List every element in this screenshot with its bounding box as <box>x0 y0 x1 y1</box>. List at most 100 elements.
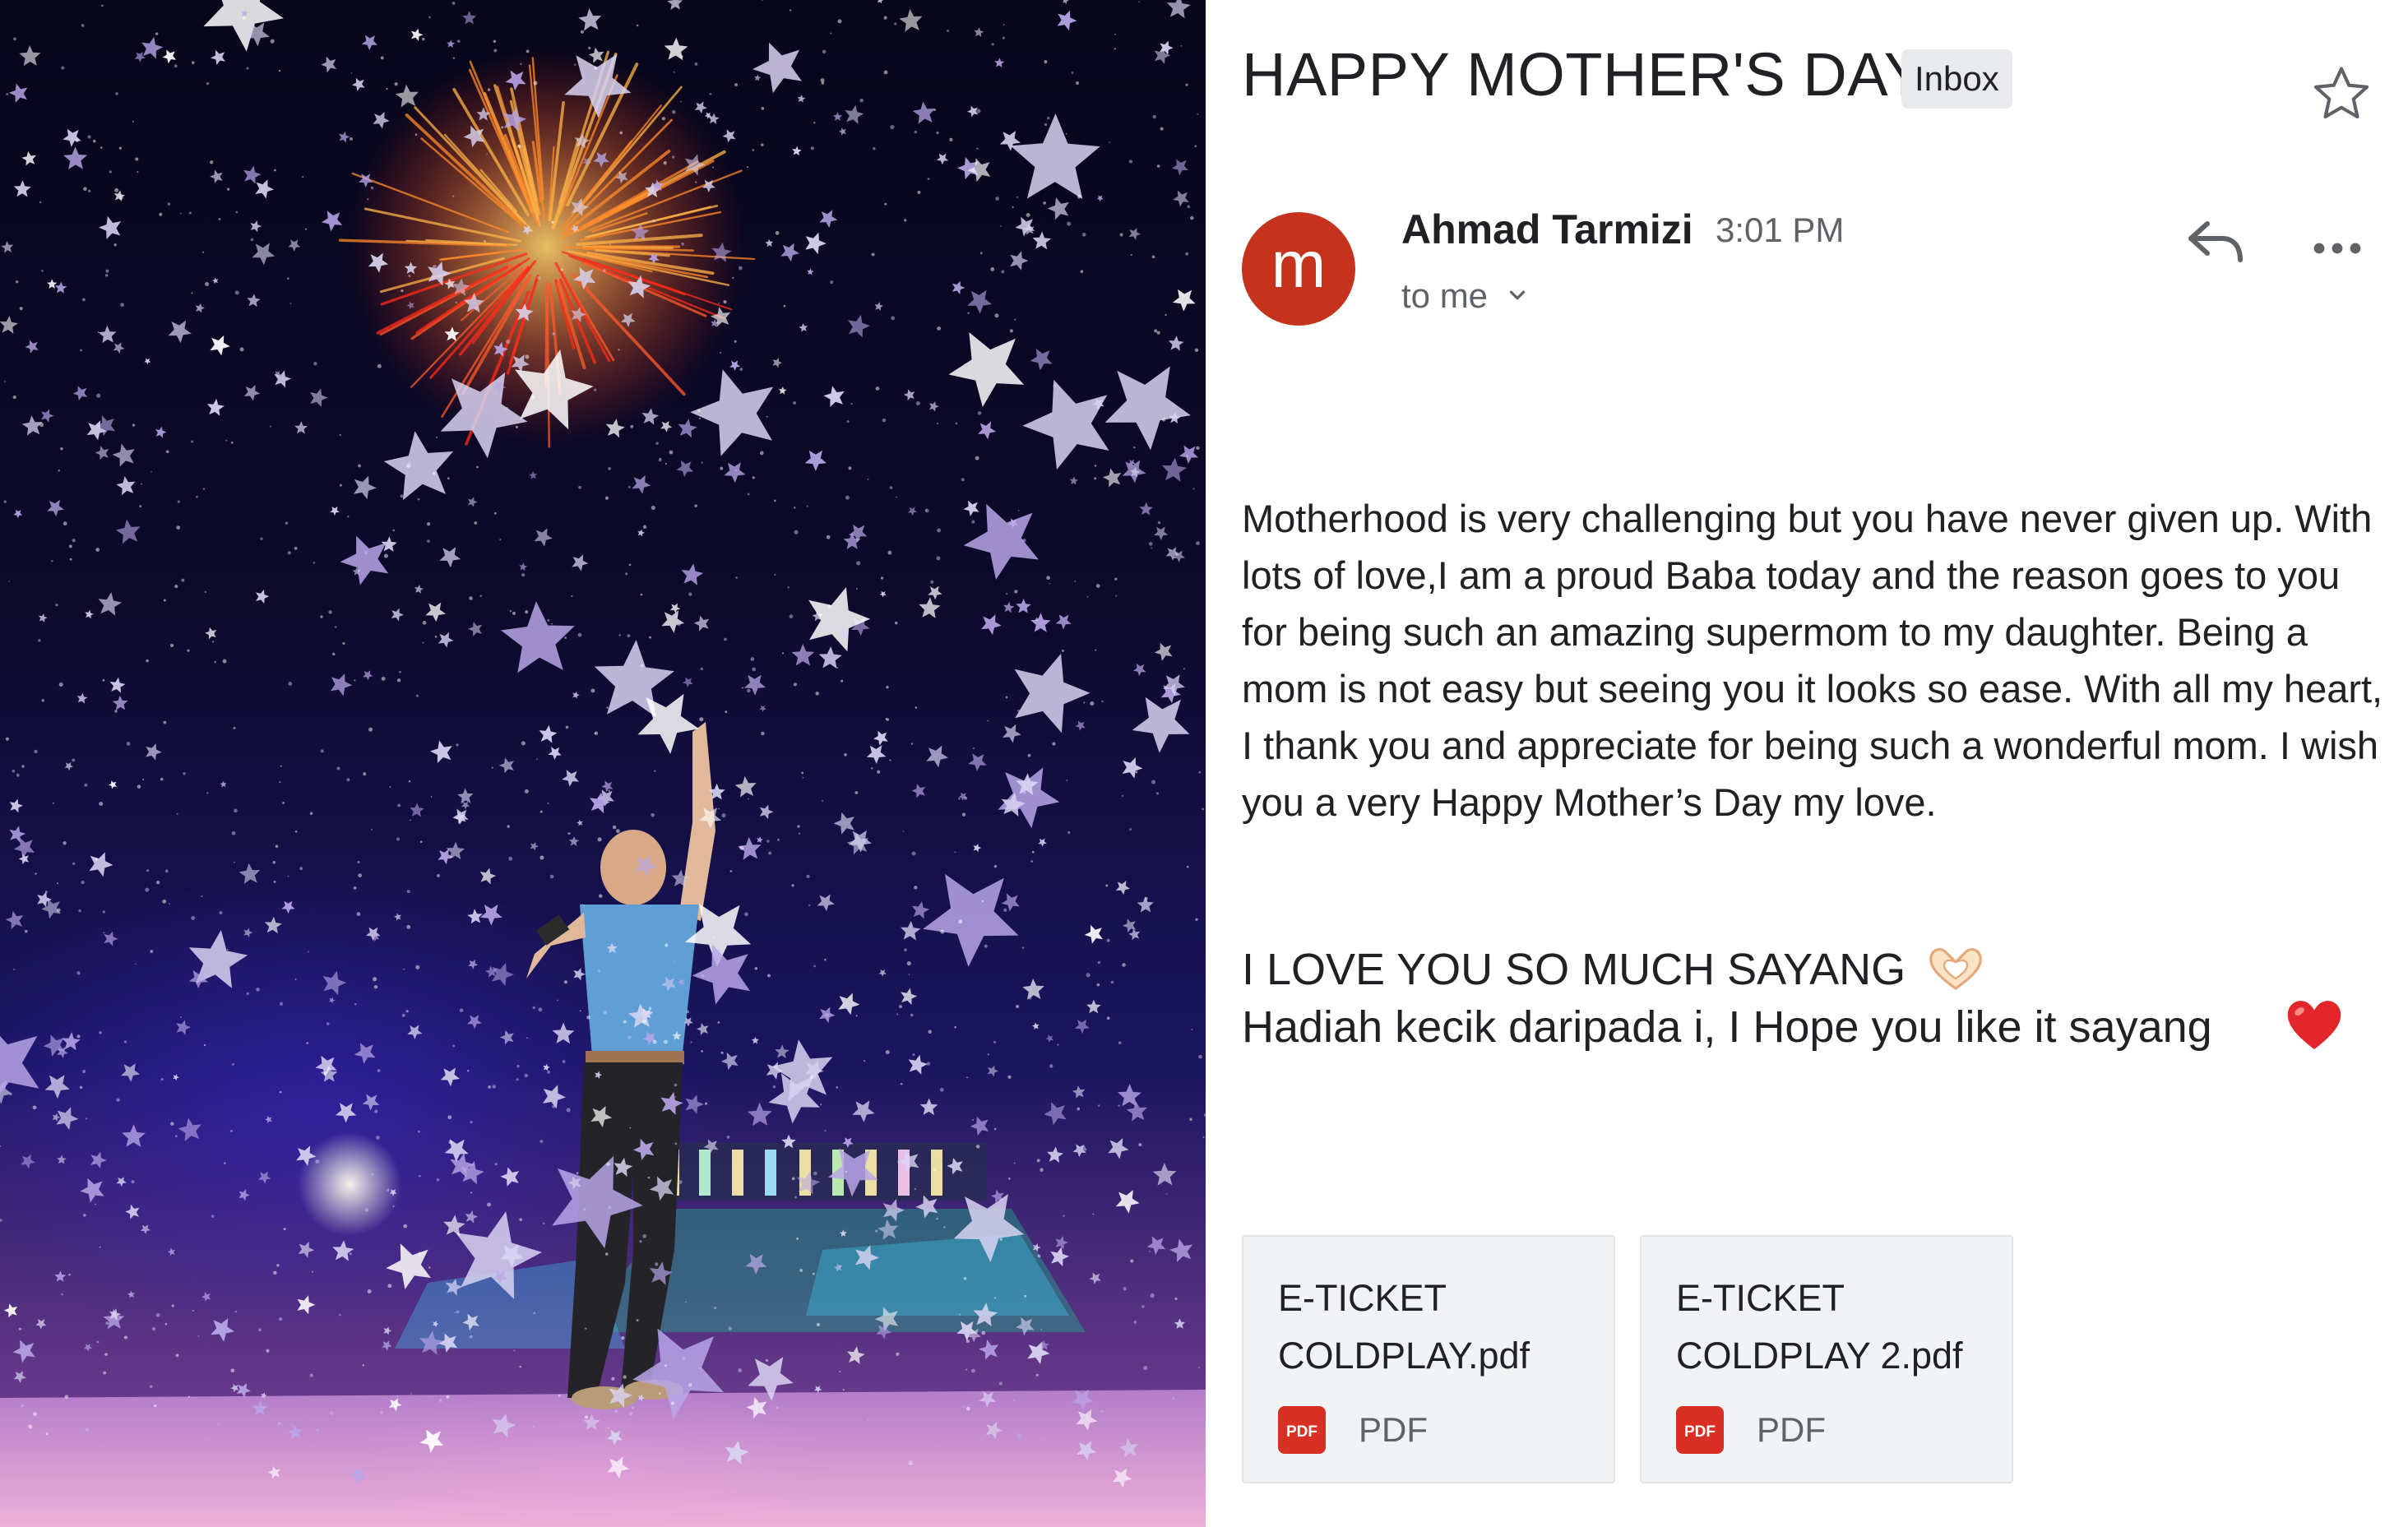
confetti-speck <box>936 1217 938 1220</box>
star-confetti-piece <box>1168 335 1184 351</box>
star-confetti-piece <box>461 801 470 810</box>
confetti-speck <box>61 66 65 70</box>
star-confetti-piece <box>601 780 614 793</box>
confetti-speck <box>586 1015 590 1020</box>
star-confetti-piece <box>877 0 884 4</box>
email-body: Motherhood is very challenging but you h… <box>1242 497 2383 824</box>
confetti-speck <box>115 92 118 95</box>
confetti-speck <box>102 910 105 914</box>
confetti-speck <box>16 773 20 777</box>
confetti-speck <box>688 592 692 596</box>
star-confetti-piece <box>901 920 921 941</box>
confetti-speck <box>571 595 573 597</box>
star-confetti-piece <box>772 358 782 368</box>
confetti-speck <box>75 139 79 143</box>
attachment-card[interactable]: E-TICKET COLDPLAY.pdf PDF PDF <box>1242 1235 1615 1483</box>
confetti-speck <box>387 1284 392 1289</box>
confetti-speck <box>353 886 357 890</box>
confetti-speck <box>386 87 388 90</box>
confetti-speck <box>119 196 123 200</box>
confetti-speck <box>364 551 368 555</box>
confetti-speck <box>718 302 720 304</box>
star-confetti-piece <box>1 241 14 253</box>
confetti-speck <box>286 277 289 280</box>
confetti-speck <box>871 252 875 257</box>
star-confetti-piece <box>201 1292 211 1302</box>
confetti-speck <box>105 269 109 273</box>
pdf-icon: PDF <box>1676 1406 1724 1454</box>
confetti-speck <box>961 478 965 482</box>
confetti-speck <box>813 1171 817 1176</box>
confetti-speck <box>452 195 455 197</box>
confetti-speck <box>1194 348 1199 353</box>
confetti-speck <box>104 274 109 277</box>
star-confetti-piece <box>127 1290 135 1298</box>
confetti-speck <box>499 539 502 541</box>
confetti-speck <box>163 720 167 724</box>
confetti-speck <box>12 769 16 773</box>
confetti-speck <box>962 1405 965 1408</box>
confetti-speck <box>994 313 999 318</box>
more-options-button[interactable] <box>2311 224 2364 273</box>
confetti-speck <box>896 1352 900 1356</box>
sender-name[interactable]: Ahmad Tarmizi <box>1401 206 1693 253</box>
confetti-speck <box>1044 60 1048 64</box>
confetti-speck <box>315 1159 320 1164</box>
confetti-speck <box>24 929 28 933</box>
star-confetti-piece <box>361 35 378 51</box>
confetti-speck <box>871 767 873 770</box>
star-button[interactable] <box>2308 61 2375 128</box>
reply-button[interactable] <box>2186 217 2247 270</box>
confetti-speck <box>636 1319 639 1321</box>
confetti-speck <box>396 678 401 683</box>
star-confetti-piece <box>238 863 261 884</box>
recipient-details[interactable]: to me <box>1401 276 1488 316</box>
confetti-speck <box>313 562 316 564</box>
confetti-speck <box>827 604 831 608</box>
confetti-speck <box>513 1349 516 1352</box>
chevron-down-icon[interactable] <box>1505 283 1530 308</box>
confetti-speck <box>774 499 776 502</box>
confetti-speck <box>701 1049 703 1053</box>
star-confetti-piece <box>500 1167 520 1187</box>
star-confetti-piece <box>1057 10 1077 31</box>
sender-avatar[interactable]: m <box>1242 212 1355 326</box>
confetti-speck <box>1046 576 1050 581</box>
confetti-speck <box>87 135 91 139</box>
confetti-speck <box>154 1404 157 1408</box>
confetti-speck <box>671 109 676 114</box>
confetti-speck <box>867 1418 868 1421</box>
star-confetti-piece <box>112 443 135 467</box>
confetti-speck <box>971 520 975 524</box>
confetti-speck <box>392 529 395 532</box>
inbox-label-badge[interactable]: Inbox <box>1901 49 2012 109</box>
star-confetti-piece <box>84 1344 93 1352</box>
confetti-speck <box>718 317 720 319</box>
star-confetti-piece <box>1038 838 1047 847</box>
confetti-speck <box>524 789 529 794</box>
confetti-speck <box>582 1207 586 1211</box>
confetti-speck <box>494 1163 498 1166</box>
star-confetti-piece <box>447 39 456 48</box>
star-confetti-piece <box>113 342 125 354</box>
star-confetti-piece <box>722 129 736 143</box>
confetti-speck <box>222 659 227 664</box>
confetti-speck <box>1197 113 1199 115</box>
confetti-speck <box>234 1310 238 1313</box>
confetti-speck <box>13 37 16 41</box>
star-confetti-piece <box>339 131 350 143</box>
confetti-speck <box>283 1228 286 1231</box>
confetti-speck <box>886 718 889 721</box>
confetti-speck <box>889 759 891 761</box>
star-confetti-piece <box>799 323 808 332</box>
star-confetti-piece <box>47 499 64 517</box>
attachment-card[interactable]: E-TICKET COLDPLAY 2.pdf PDF PDF <box>1640 1235 2013 1483</box>
confetti-speck <box>5 737 9 741</box>
confetti-speck <box>1151 547 1153 549</box>
star-confetti-piece <box>572 554 589 571</box>
star-confetti-piece <box>13 180 31 197</box>
star-confetti-piece <box>791 643 815 666</box>
confetti-speck <box>250 238 254 242</box>
confetti-speck <box>246 67 249 70</box>
star-confetti-piece <box>878 969 887 977</box>
